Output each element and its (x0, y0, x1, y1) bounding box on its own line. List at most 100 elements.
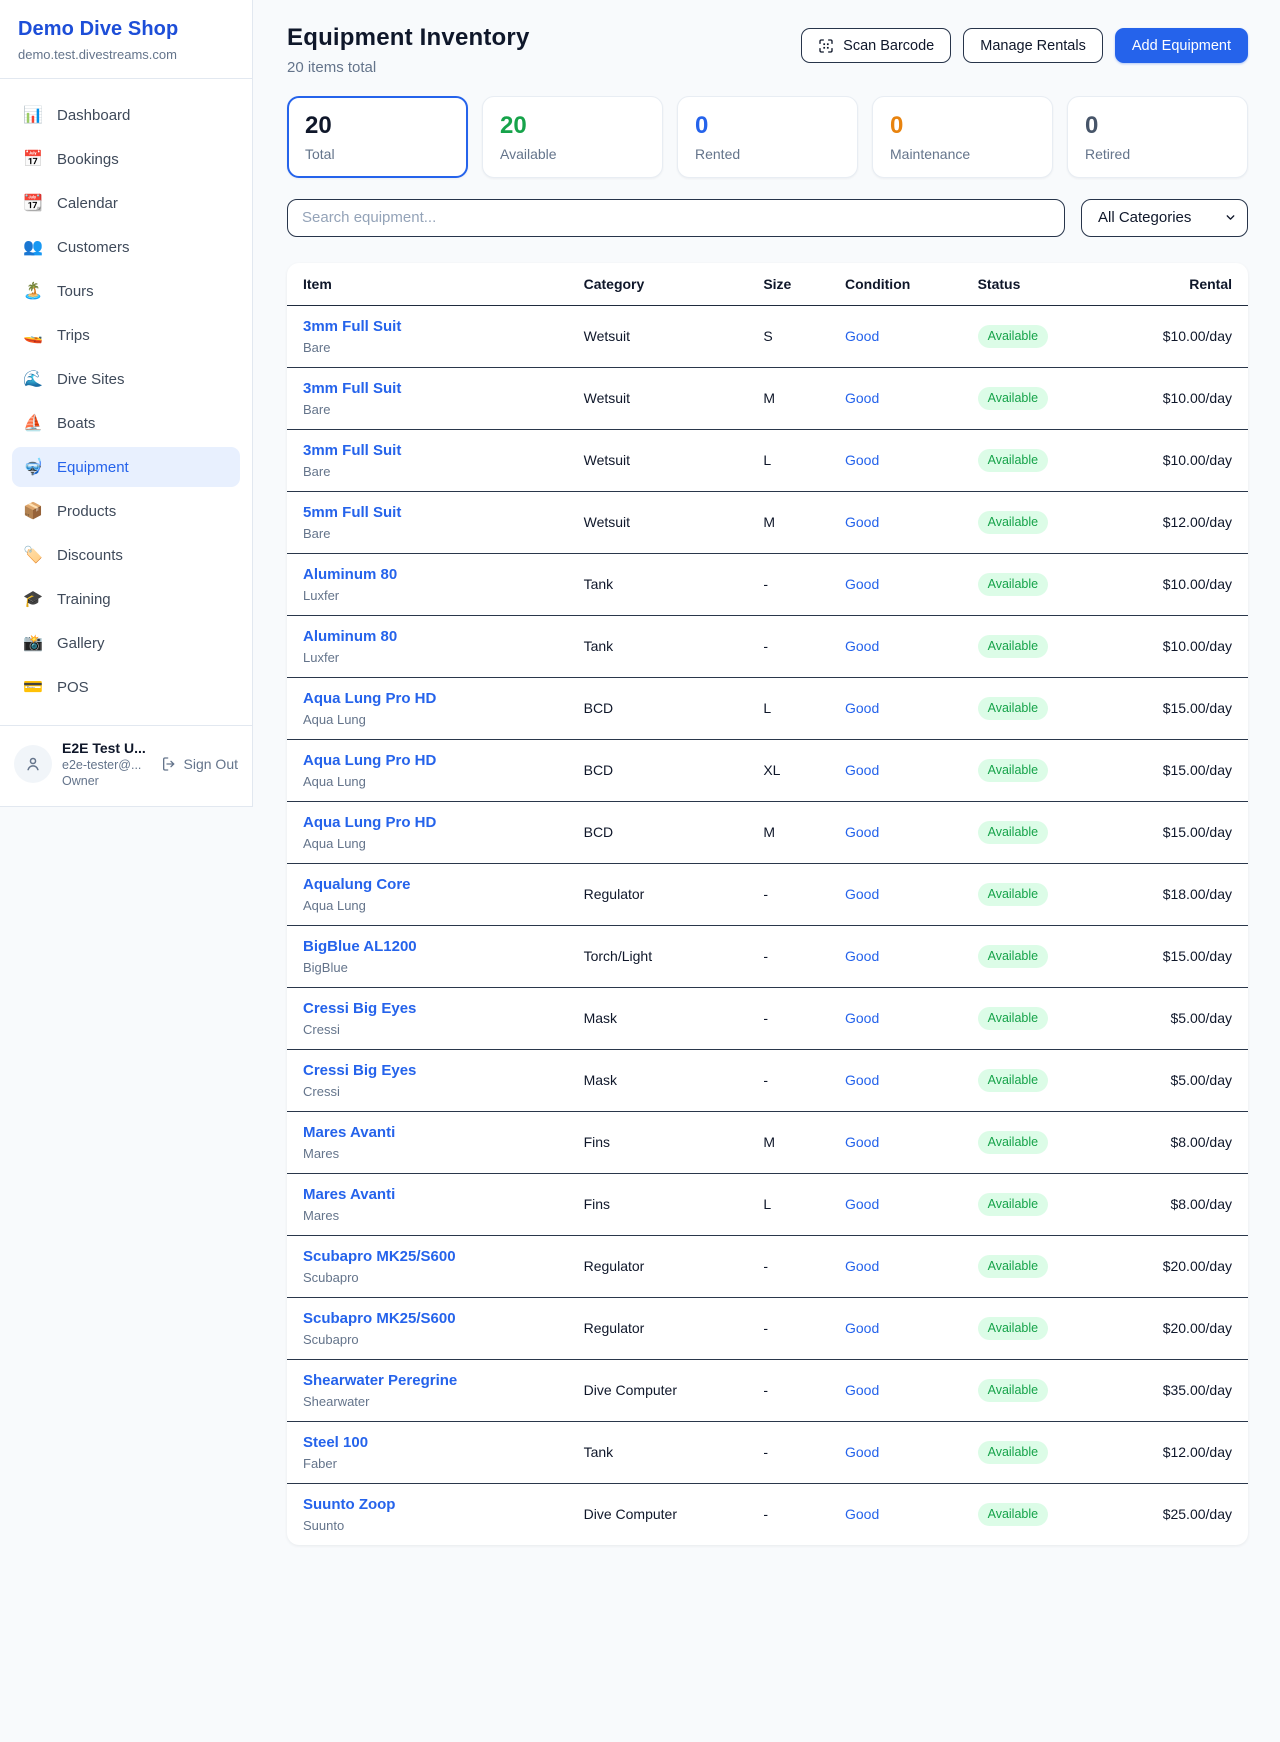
sidebar-item-trips[interactable]: 🚤Trips (12, 315, 240, 355)
sidebar-item-boats[interactable]: ⛵Boats (12, 403, 240, 443)
scan-barcode-label: Scan Barcode (843, 38, 934, 54)
stat-card-maintenance[interactable]: 0Maintenance (872, 96, 1053, 178)
sidebar-item-discounts[interactable]: 🏷️Discounts (12, 535, 240, 575)
item-name-link[interactable]: Mares Avanti (303, 1186, 395, 1203)
table-row: Aqua Lung Pro HDAqua LungBCDLGoodAvailab… (287, 677, 1248, 739)
category-cell: Dive Computer (568, 1483, 748, 1545)
size-cell: M (747, 491, 829, 553)
add-equipment-button[interactable]: Add Equipment (1115, 28, 1248, 63)
condition-link[interactable]: Good (845, 700, 879, 716)
table-row: Shearwater PeregrineShearwaterDive Compu… (287, 1359, 1248, 1421)
condition-link[interactable]: Good (845, 948, 879, 964)
size-cell: L (747, 1173, 829, 1235)
stat-value: 0 (695, 112, 840, 140)
item-name-link[interactable]: Aqualung Core (303, 876, 411, 893)
item-cell: Steel 100Faber (287, 1421, 568, 1483)
item-name-link[interactable]: Cressi Big Eyes (303, 1062, 416, 1079)
stat-card-total[interactable]: 20Total (287, 96, 468, 178)
table-row: Mares AvantiMaresFinsLGoodAvailable$8.00… (287, 1173, 1248, 1235)
item-name-link[interactable]: 3mm Full Suit (303, 318, 401, 335)
condition-link[interactable]: Good (845, 452, 879, 468)
scan-barcode-button[interactable]: Scan Barcode (801, 28, 951, 63)
stat-card-available[interactable]: 20Available (482, 96, 663, 178)
item-name-link[interactable]: Aluminum 80 (303, 566, 397, 583)
condition-link[interactable]: Good (845, 576, 879, 592)
item-name-link[interactable]: BigBlue AL1200 (303, 938, 417, 955)
status-cell: Available (962, 491, 1097, 553)
sign-out-button[interactable]: Sign Out (161, 756, 238, 772)
category-cell: Wetsuit (568, 367, 748, 429)
condition-link[interactable]: Good (845, 638, 879, 654)
condition-link[interactable]: Good (845, 1258, 879, 1274)
condition-link[interactable]: Good (845, 1320, 879, 1336)
item-name-link[interactable]: Mares Avanti (303, 1124, 395, 1141)
condition-link[interactable]: Good (845, 824, 879, 840)
item-brand: Bare (303, 402, 552, 417)
sidebar-item-tours[interactable]: 🏝️Tours (12, 271, 240, 311)
condition-link[interactable]: Good (845, 1382, 879, 1398)
item-name-link[interactable]: 3mm Full Suit (303, 442, 401, 459)
search-input[interactable] (287, 199, 1065, 237)
brand-block: Demo Dive Shop demo.test.divestreams.com (0, 0, 252, 79)
category-select[interactable]: All Categories (1081, 199, 1248, 237)
category-cell: Regulator (568, 1297, 748, 1359)
user-name: E2E Test U... (62, 740, 151, 756)
status-cell: Available (962, 1297, 1097, 1359)
stat-label: Total (305, 146, 450, 162)
stat-card-retired[interactable]: 0Retired (1067, 96, 1248, 178)
item-cell: Aqualung CoreAqua Lung (287, 863, 568, 925)
condition-link[interactable]: Good (845, 886, 879, 902)
manage-rentals-button[interactable]: Manage Rentals (963, 28, 1103, 63)
brand-name[interactable]: Demo Dive Shop (18, 18, 234, 41)
table-row: Cressi Big EyesCressiMask-GoodAvailable$… (287, 987, 1248, 1049)
sailboat-icon: ⛵ (22, 413, 44, 433)
sign-out-label: Sign Out (184, 756, 238, 772)
item-name-link[interactable]: Aqua Lung Pro HD (303, 814, 436, 831)
stat-card-rented[interactable]: 0Rented (677, 96, 858, 178)
sidebar-item-products[interactable]: 📦Products (12, 491, 240, 531)
item-name-link[interactable]: Scubapro MK25/S600 (303, 1248, 456, 1265)
sidebar-item-training[interactable]: 🎓Training (12, 579, 240, 619)
condition-link[interactable]: Good (845, 390, 879, 406)
stat-label: Retired (1085, 146, 1230, 162)
condition-link[interactable]: Good (845, 1010, 879, 1026)
condition-link[interactable]: Good (845, 1134, 879, 1150)
item-name-link[interactable]: Scubapro MK25/S600 (303, 1310, 456, 1327)
sidebar-item-dive-sites[interactable]: 🌊Dive Sites (12, 359, 240, 399)
item-name-link[interactable]: Aqua Lung Pro HD (303, 690, 436, 707)
item-name-link[interactable]: 3mm Full Suit (303, 380, 401, 397)
condition-link[interactable]: Good (845, 1444, 879, 1460)
condition-link[interactable]: Good (845, 1072, 879, 1088)
sidebar-item-gallery[interactable]: 📸Gallery (12, 623, 240, 663)
item-name-link[interactable]: Cressi Big Eyes (303, 1000, 416, 1017)
condition-cell: Good (829, 987, 962, 1049)
sidebar-item-customers[interactable]: 👥Customers (12, 227, 240, 267)
category-cell: Wetsuit (568, 429, 748, 491)
condition-link[interactable]: Good (845, 328, 879, 344)
status-cell: Available (962, 1111, 1097, 1173)
sidebar-item-pos[interactable]: 💳POS (12, 667, 240, 707)
status-cell: Available (962, 1173, 1097, 1235)
bar-chart-icon: 📊 (22, 105, 44, 125)
condition-link[interactable]: Good (845, 1506, 879, 1522)
header-actions: Scan Barcode Manage Rentals Add Equipmen… (801, 28, 1248, 63)
category-cell: Torch/Light (568, 925, 748, 987)
item-name-link[interactable]: Aqua Lung Pro HD (303, 752, 436, 769)
item-name-link[interactable]: Suunto Zoop (303, 1496, 395, 1513)
condition-link[interactable]: Good (845, 514, 879, 530)
condition-link[interactable]: Good (845, 1196, 879, 1212)
sidebar-item-bookings[interactable]: 📅Bookings (12, 139, 240, 179)
item-name-link[interactable]: Steel 100 (303, 1434, 368, 1451)
sidebar-item-calendar[interactable]: 📆Calendar (12, 183, 240, 223)
condition-cell: Good (829, 1049, 962, 1111)
item-name-link[interactable]: Shearwater Peregrine (303, 1372, 457, 1389)
item-name-link[interactable]: Aluminum 80 (303, 628, 397, 645)
sidebar-item-equipment[interactable]: 🤿Equipment (12, 447, 240, 487)
sidebar-item-dashboard[interactable]: 📊Dashboard (12, 95, 240, 135)
item-name-link[interactable]: 5mm Full Suit (303, 504, 401, 521)
item-brand: Scubapro (303, 1270, 552, 1285)
condition-link[interactable]: Good (845, 762, 879, 778)
rental-cell: $35.00/day (1096, 1359, 1248, 1421)
sidebar-item-label: Customers (57, 239, 130, 256)
table-row: Aqua Lung Pro HDAqua LungBCDXLGoodAvaila… (287, 739, 1248, 801)
